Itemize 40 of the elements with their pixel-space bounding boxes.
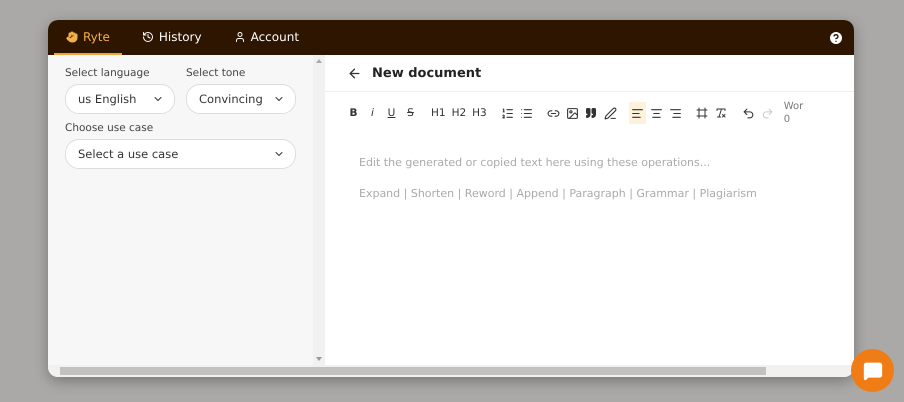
operations-hint: Expand | Shorten | Reword | Append | Paragraph | Grammar | Plagiarism <box>359 187 758 200</box>
heading-button[interactable]: H2 <box>450 102 468 124</box>
language-select[interactable]: us English <box>65 84 175 114</box>
editor-placeholder: Edit the generated or copied text here using these operations... <box>359 156 712 169</box>
clear-format-icon <box>715 107 728 119</box>
vertical-scrollbar[interactable] <box>313 55 325 365</box>
pen-icon <box>604 106 617 120</box>
use-case-select[interactable]: Select a use case <box>65 139 296 169</box>
word-count-value: 0 <box>784 113 792 126</box>
strikethrough-button[interactable]: S <box>402 102 419 124</box>
redo-icon <box>760 106 774 120</box>
chat-button[interactable] <box>851 349 894 392</box>
bold-button[interactable]: B <box>345 102 362 124</box>
image-icon <box>566 106 579 120</box>
bullet-list-icon <box>520 106 533 120</box>
field-label: Choose use case <box>65 122 154 134</box>
help-icon[interactable] <box>828 30 844 46</box>
align-left-icon <box>630 106 644 120</box>
chat-icon <box>862 360 882 380</box>
person-icon <box>234 30 246 42</box>
undo-icon <box>742 106 755 120</box>
tab[interactable]: History <box>130 20 214 55</box>
italic-button[interactable]: i <box>364 102 381 124</box>
tone-select[interactable]: Convincing <box>186 84 296 114</box>
underline-button[interactable]: U <box>383 102 400 124</box>
heading-button[interactable]: H1 <box>429 102 448 124</box>
hand-icon <box>66 30 78 42</box>
align-left-button[interactable] <box>628 102 646 124</box>
heading-button[interactable]: H3 <box>470 102 489 124</box>
word-count-label: Wor <box>784 100 804 113</box>
numbered-list-icon <box>500 106 514 120</box>
field-label: Select language <box>65 67 151 79</box>
horizontal-scrollbar[interactable] <box>48 365 854 377</box>
field-label: Select tone <box>186 67 246 79</box>
align-right-icon <box>668 106 682 120</box>
document-title: New document <box>372 66 482 80</box>
quote-icon <box>585 107 598 119</box>
clock-icon <box>142 30 154 42</box>
tab[interactable]: Account <box>222 20 312 55</box>
align-center-icon <box>650 106 663 120</box>
